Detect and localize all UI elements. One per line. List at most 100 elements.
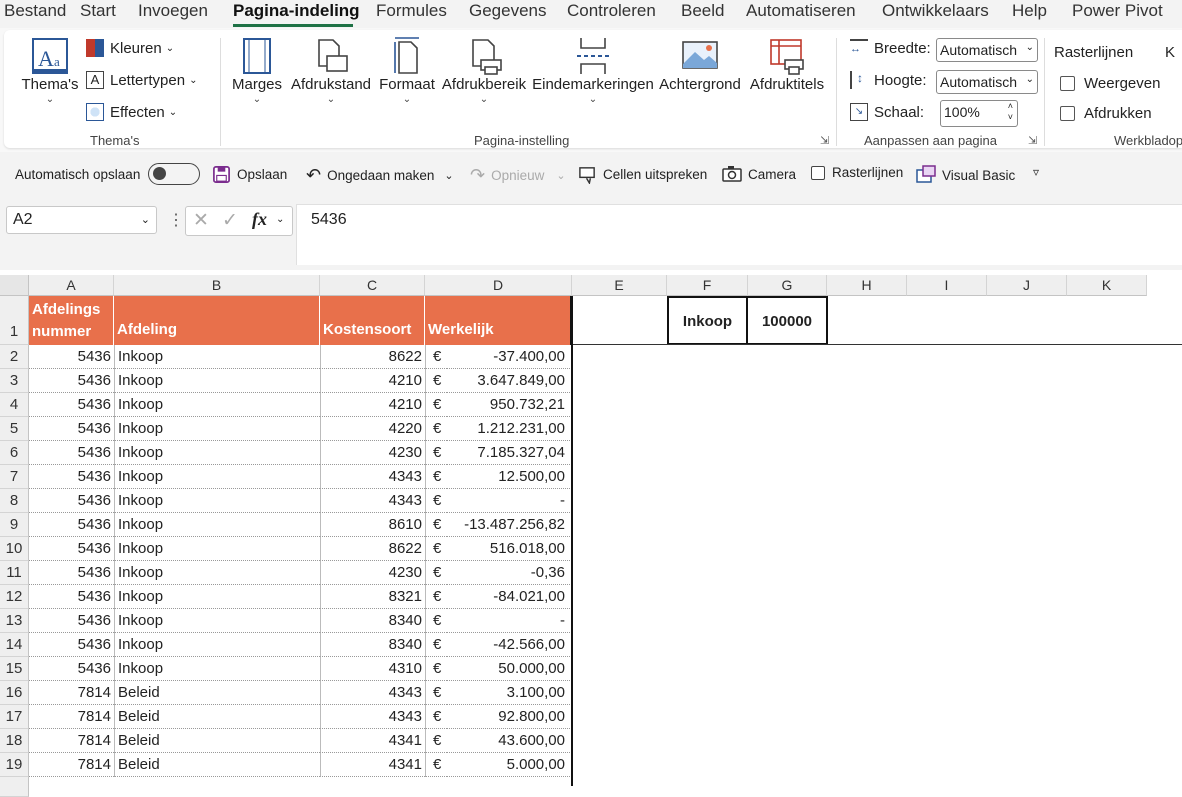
column-header-i[interactable]: I (907, 275, 987, 296)
tab-invoegen[interactable]: Invoegen (138, 1, 208, 21)
chevron-down-icon[interactable]: ⌄ (444, 169, 453, 182)
header-cell-kostensoort[interactable]: Kostensoort (320, 296, 425, 345)
row-header-3[interactable]: 3 (0, 369, 29, 393)
tab-controleren[interactable]: Controleren (567, 1, 656, 21)
scale-spinner[interactable]: 100% ˄ ˅ (940, 100, 1018, 127)
tab-ontwikkelaars[interactable]: Ontwikkelaars (882, 1, 989, 21)
tab-formules[interactable]: Formules (376, 1, 447, 21)
cell-afdelingsnummer[interactable]: 7814 (29, 753, 114, 777)
row-header-9[interactable]: 9 (0, 513, 29, 537)
dialog-launcher-icon[interactable]: ⇲ (820, 134, 829, 147)
cell-werkelijk[interactable]: -0,36 (447, 561, 572, 585)
cell-werkelijk[interactable]: 92.800,00 (447, 705, 572, 729)
tab-automatiseren[interactable]: Automatiseren (746, 1, 856, 21)
effects-button[interactable]: Effecten ⌄ (86, 103, 177, 121)
column-header-j[interactable]: J (987, 275, 1067, 296)
cell-afdelingsnummer[interactable]: 7814 (29, 705, 114, 729)
themes-button[interactable]: Aa Thema's ⌄ (20, 36, 80, 105)
tab-gegevens[interactable]: Gegevens (469, 1, 547, 21)
cell-currency[interactable]: € (425, 753, 447, 777)
cell-afdelingsnummer[interactable]: 5436 (29, 489, 114, 513)
column-header-d[interactable]: D (425, 275, 572, 296)
cell-afdeling[interactable]: Inkoop (114, 657, 320, 681)
cell-kostensoort[interactable]: 4210 (320, 369, 425, 393)
chevron-down-icon[interactable]: ⌄ (276, 214, 284, 225)
cell-afdeling[interactable]: Inkoop (114, 585, 320, 609)
cell-afdelingsnummer[interactable]: 5436 (29, 393, 114, 417)
cell-kostensoort[interactable]: 4230 (320, 561, 425, 585)
name-box[interactable]: A2 ⌄ (6, 206, 157, 234)
tab-help[interactable]: Help (1012, 1, 1047, 21)
cell-werkelijk[interactable]: -13.487.256,82 (447, 513, 572, 537)
cell-werkelijk[interactable]: 7.185.327,04 (447, 441, 572, 465)
cell-afdelingsnummer[interactable]: 5436 (29, 441, 114, 465)
cell-g1[interactable]: 100000 (746, 296, 828, 345)
header-cell-afdeling[interactable]: Afdeling (114, 296, 320, 345)
select-all-corner[interactable] (0, 275, 29, 296)
cell-afdeling[interactable]: Beleid (114, 705, 320, 729)
column-header-a[interactable]: A (29, 275, 114, 296)
cell-afdelingsnummer[interactable]: 5436 (29, 537, 114, 561)
cancel-icon[interactable]: ✕ (193, 209, 209, 232)
cell-kostensoort[interactable]: 8622 (320, 537, 425, 561)
cell-afdeling[interactable]: Inkoop (114, 417, 320, 441)
width-select[interactable]: Automatisch ⌄ (936, 38, 1038, 62)
column-header-f[interactable]: F (667, 275, 748, 296)
cell-kostensoort[interactable]: 4341 (320, 729, 425, 753)
row-header-1[interactable]: 1 (0, 296, 29, 345)
column-header-h[interactable]: H (827, 275, 907, 296)
row-header-2[interactable]: 2 (0, 345, 29, 369)
cell-afdelingsnummer[interactable]: 5436 (29, 585, 114, 609)
cell-afdelingsnummer[interactable]: 5436 (29, 561, 114, 585)
tab-power-pivot[interactable]: Power Pivot (1072, 1, 1163, 21)
cell-kostensoort[interactable]: 4310 (320, 657, 425, 681)
orientation-button[interactable]: Afdrukstand ⌄ (287, 36, 375, 105)
cell-kostensoort[interactable]: 8340 (320, 609, 425, 633)
row-header-6[interactable]: 6 (0, 441, 29, 465)
undo-button[interactable]: ↶ Ongedaan maken ⌄ (306, 165, 454, 186)
cell-kostensoort[interactable]: 8340 (320, 633, 425, 657)
cell-kostensoort[interactable]: 4343 (320, 681, 425, 705)
fonts-button[interactable]: A Lettertypen ⌄ (86, 71, 197, 89)
cell-currency[interactable]: € (425, 489, 447, 513)
cell-kostensoort[interactable]: 4210 (320, 393, 425, 417)
row-header-18[interactable]: 18 (0, 729, 29, 753)
background-button[interactable]: Achtergrond (656, 36, 744, 93)
cell-werkelijk[interactable]: 950.732,21 (447, 393, 572, 417)
header-cell-afdelingsnummer[interactable]: Afdelings nummer (29, 296, 114, 345)
speak-cells-button[interactable]: Cellen uitspreken (578, 165, 707, 184)
breaks-button[interactable]: Eindemarkeringen ⌄ (530, 36, 656, 105)
print-titles-button[interactable]: Afdruktitels (746, 36, 828, 93)
cell-afdeling[interactable]: Inkoop (114, 537, 320, 561)
cell-werkelijk[interactable]: 3.100,00 (447, 681, 572, 705)
cell-currency[interactable]: € (425, 537, 447, 561)
cell-afdelingsnummer[interactable]: 5436 (29, 609, 114, 633)
tab-pagina-indeling[interactable]: Pagina-indeling (233, 1, 360, 21)
row-header-4[interactable]: 4 (0, 393, 29, 417)
cell-afdeling[interactable]: Inkoop (114, 393, 320, 417)
tab-start[interactable]: Start (80, 1, 116, 21)
cell-afdelingsnummer[interactable]: 5436 (29, 513, 114, 537)
header-cell-werkelijk[interactable]: Werkelijk (425, 296, 572, 345)
customize-toolbar-icon[interactable]: ▿ (1033, 165, 1039, 179)
formula-input[interactable]: 5436 (296, 204, 1182, 265)
cell-werkelijk[interactable]: 12.500,00 (447, 465, 572, 489)
cell-currency[interactable]: € (425, 393, 447, 417)
cell-currency[interactable]: € (425, 465, 447, 489)
gridlines-toggle[interactable]: Rasterlijnen (811, 165, 903, 180)
spinner-arrows-icon[interactable]: ˄ ˅ (1008, 101, 1013, 123)
column-header-e[interactable]: E (572, 275, 667, 296)
tab-bestand[interactable]: Bestand (4, 1, 66, 21)
colors-button[interactable]: Kleuren ⌄ (86, 39, 174, 57)
save-button[interactable]: Opslaan (212, 165, 287, 184)
dialog-launcher-icon[interactable]: ⇲ (1028, 134, 1037, 147)
row-header-14[interactable]: 14 (0, 633, 29, 657)
cell-afdelingsnummer[interactable]: 5436 (29, 345, 114, 369)
cell-afdeling[interactable]: Beleid (114, 681, 320, 705)
cell-werkelijk[interactable]: 3.647.849,00 (447, 369, 572, 393)
row-header-13[interactable]: 13 (0, 609, 29, 633)
cell-currency[interactable]: € (425, 561, 447, 585)
cell-currency[interactable]: € (425, 609, 447, 633)
cell-werkelijk[interactable]: - (447, 489, 572, 513)
cell-kostensoort[interactable]: 4343 (320, 465, 425, 489)
